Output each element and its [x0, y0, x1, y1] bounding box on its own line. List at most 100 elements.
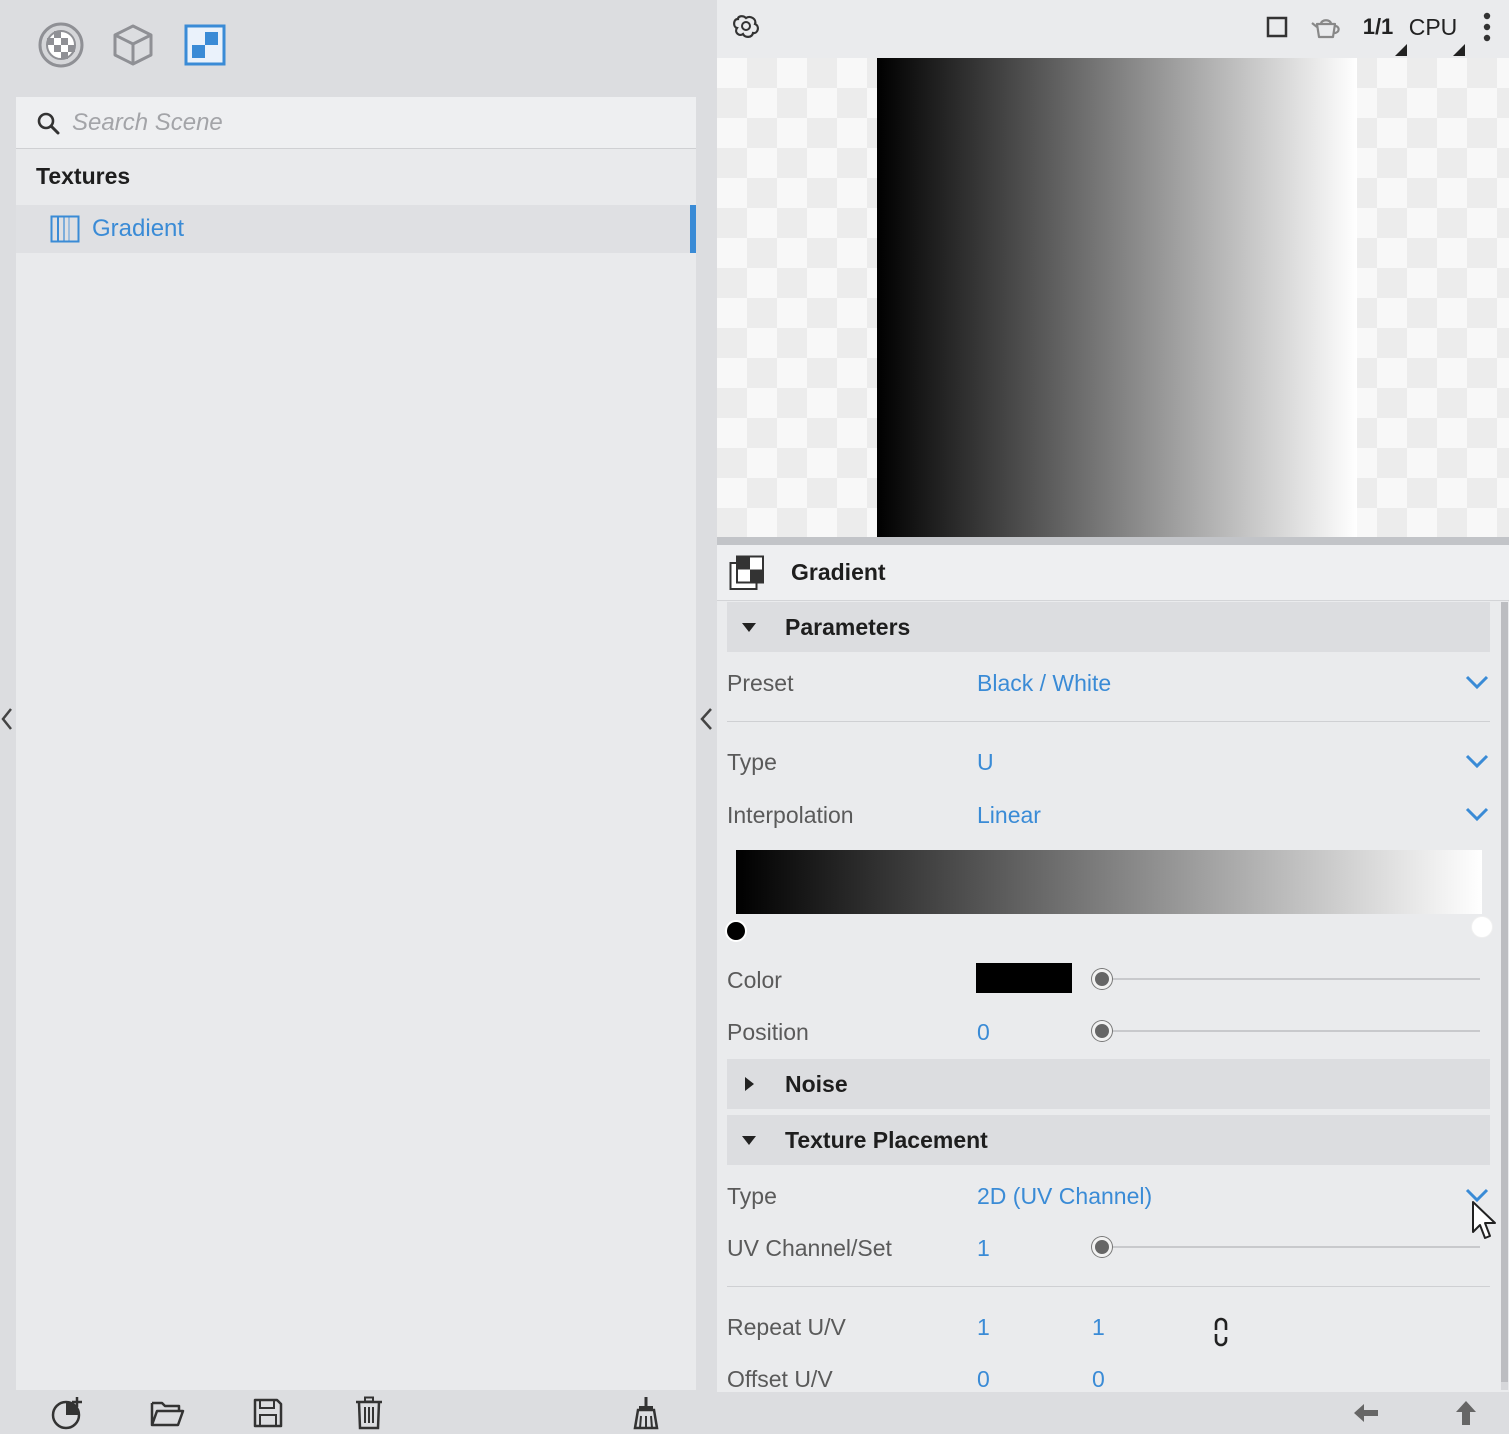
open-folder-icon[interactable] — [148, 1394, 186, 1432]
properties-list: Parameters Preset Black / White Type U I… — [717, 602, 1509, 1390]
editor-toolbar — [717, 1392, 1509, 1434]
scene-panel: Textures Gradient — [0, 0, 717, 1434]
preset-value[interactable]: Black / White — [977, 670, 1111, 697]
cube-icon[interactable] — [110, 22, 156, 68]
repeat-uv-row: Repeat U/V 1 1 — [727, 1308, 1490, 1348]
chevron-left-icon — [700, 708, 712, 730]
gradient-texture-icon — [729, 555, 764, 590]
position-slider-track[interactable] — [1092, 1030, 1480, 1032]
uv-channel-value[interactable]: 1 — [977, 1235, 990, 1262]
chevron-left-icon — [1, 708, 12, 730]
preset-row[interactable]: Preset Black / White — [727, 664, 1490, 704]
repeat-uv-label: Repeat U/V — [727, 1314, 846, 1340]
scene-toolbar — [0, 1392, 717, 1434]
scene-tree: Textures Gradient — [16, 97, 696, 1390]
search-icon — [37, 112, 60, 134]
gradient-editor-bar[interactable] — [736, 850, 1482, 914]
brain-icon[interactable] — [729, 10, 763, 44]
teapot-icon[interactable] — [1309, 10, 1343, 44]
section-parameters[interactable]: Parameters — [727, 602, 1490, 652]
resolution-ratio-button[interactable]: 1/1 — [1357, 10, 1407, 56]
gradient-texture-icon — [50, 215, 80, 243]
uv-channel-label: UV Channel/Set — [727, 1235, 892, 1261]
properties-scrollbar[interactable] — [1501, 602, 1508, 1390]
type-value[interactable]: U — [977, 749, 994, 776]
texture-preview[interactable] — [717, 58, 1509, 538]
save-icon[interactable] — [249, 1394, 287, 1432]
chevron-down-icon[interactable] — [1464, 751, 1490, 771]
resolution-ratio: 1/1 — [1362, 14, 1394, 39]
gradient-preview-image — [877, 58, 1357, 538]
repeat-v-value[interactable]: 1 — [1092, 1314, 1105, 1341]
selection-indicator — [690, 205, 696, 253]
interpolation-value[interactable]: Linear — [977, 802, 1041, 829]
section-title: Noise — [785, 1070, 848, 1097]
interpolation-label: Interpolation — [727, 802, 854, 828]
position-value[interactable]: 0 — [977, 1019, 990, 1046]
chevron-down-icon[interactable] — [1464, 672, 1490, 692]
uv-channel-slider-knob[interactable] — [1092, 1237, 1112, 1257]
triangle-down-icon — [742, 623, 756, 632]
add-icon[interactable] — [48, 1394, 86, 1432]
color-slider-track[interactable] — [1092, 978, 1480, 980]
device-label: CPU — [1408, 13, 1458, 40]
triangle-right-icon — [745, 1077, 754, 1091]
app-window: Textures Gradient — [0, 0, 1509, 1434]
more-icon[interactable] — [1477, 10, 1497, 44]
chevron-down-icon[interactable] — [1464, 804, 1490, 824]
triangle-down-icon — [742, 1136, 756, 1145]
mouse-cursor-icon — [1472, 1201, 1496, 1239]
scene-item-label: Gradient — [92, 215, 185, 242]
arrow-left-icon[interactable] — [1349, 1396, 1383, 1430]
placement-type-value[interactable]: 2D (UV Channel) — [977, 1183, 1152, 1210]
offset-uv-row: Offset U/V 0 0 — [727, 1360, 1490, 1390]
link-icon[interactable] — [1207, 1316, 1233, 1348]
offset-uv-label: Offset U/V — [727, 1366, 833, 1390]
repeat-u-value[interactable]: 1 — [977, 1314, 990, 1341]
offset-u-value[interactable]: 0 — [977, 1366, 990, 1390]
color-label: Color — [727, 967, 782, 993]
gradient-stop-white[interactable] — [1471, 916, 1493, 938]
collapse-left-button[interactable] — [0, 706, 14, 732]
position-label: Position — [727, 1019, 809, 1045]
material-ball-icon[interactable] — [38, 22, 84, 68]
color-slider-knob[interactable] — [1092, 969, 1112, 989]
corner-triangle-icon — [1453, 44, 1465, 56]
arrow-up-icon[interactable] — [1449, 1396, 1483, 1430]
position-slider-knob[interactable] — [1092, 1021, 1112, 1041]
texture-editor-panel: 1/1 CPU Gradient Parameters Preset Black… — [717, 0, 1509, 1434]
scene-item-gradient[interactable]: Gradient — [16, 205, 696, 253]
preview-splitter[interactable] — [717, 537, 1509, 545]
search-bar — [16, 97, 696, 149]
section-texture-placement[interactable]: Texture Placement — [727, 1115, 1490, 1165]
preset-label: Preset — [727, 670, 794, 696]
offset-v-value[interactable]: 0 — [1092, 1366, 1105, 1390]
uv-channel-slider-track[interactable] — [1095, 1246, 1480, 1248]
interpolation-row[interactable]: Interpolation Linear — [727, 796, 1490, 836]
gradient-type-row[interactable]: Type U — [727, 743, 1490, 783]
section-title: Parameters — [785, 613, 911, 640]
divider — [727, 1286, 1490, 1287]
properties-title: Gradient — [791, 559, 886, 585]
textures-heading: Textures — [36, 163, 131, 189]
viewer-toolbar: 1/1 CPU — [717, 0, 1509, 56]
mode-tabs — [38, 22, 228, 68]
section-noise[interactable]: Noise — [727, 1059, 1490, 1109]
placement-type-row[interactable]: Type 2D (UV Channel) — [727, 1177, 1490, 1217]
device-selector[interactable]: CPU — [1405, 10, 1465, 56]
divider — [727, 721, 1490, 722]
search-input[interactable] — [72, 108, 632, 137]
clean-brush-icon[interactable] — [627, 1394, 665, 1432]
frame-icon[interactable] — [1263, 10, 1291, 44]
placement-type-label: Type — [727, 1183, 777, 1209]
collapse-panel-button[interactable] — [698, 706, 714, 732]
gradient-stop-black[interactable] — [725, 920, 747, 942]
texture-icon[interactable] — [182, 22, 228, 68]
corner-triangle-icon — [1395, 44, 1407, 56]
color-swatch[interactable] — [976, 963, 1072, 993]
properties-header: Gradient — [717, 545, 1509, 601]
scrollbar-thumb[interactable] — [1501, 602, 1508, 1382]
type-label: Type — [727, 749, 777, 775]
delete-icon[interactable] — [350, 1394, 388, 1432]
section-title: Texture Placement — [785, 1126, 988, 1153]
